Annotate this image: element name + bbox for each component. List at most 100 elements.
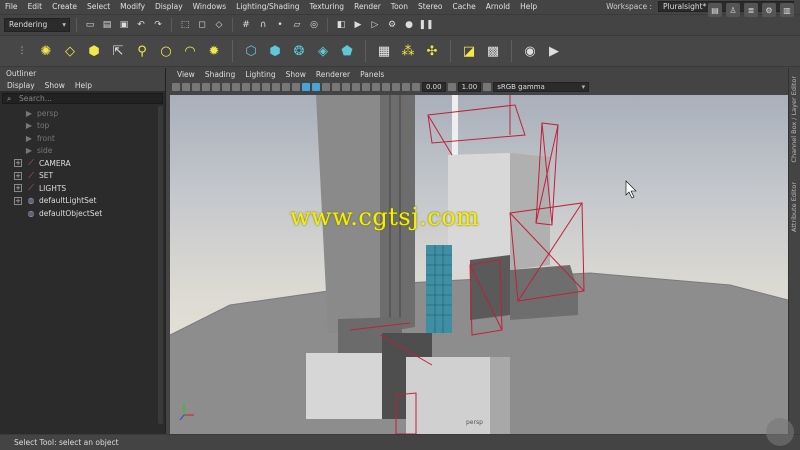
xray-icon[interactable] bbox=[402, 83, 410, 91]
outliner-search-input[interactable]: ⌕ Search... bbox=[2, 93, 163, 104]
depth-of-field-icon[interactable] bbox=[382, 83, 390, 91]
undo-icon[interactable]: ↶ bbox=[134, 18, 148, 32]
playblast-icon[interactable]: ▶ bbox=[544, 41, 564, 61]
hypershade-icon[interactable]: ● bbox=[402, 18, 416, 32]
render-view-icon[interactable]: ◧ bbox=[334, 18, 348, 32]
select-component-icon[interactable]: ◇ bbox=[212, 18, 226, 32]
smooth-shade-icon[interactable] bbox=[302, 83, 310, 91]
color-space-dropdown[interactable]: sRGB gamma bbox=[493, 82, 590, 92]
grease-pencil-icon[interactable] bbox=[222, 83, 230, 91]
outliner-menu-show[interactable]: Show bbox=[40, 81, 70, 90]
menu-lighting-shading[interactable]: Lighting/Shading bbox=[231, 2, 304, 11]
open-scene-icon[interactable]: ▤ bbox=[100, 18, 114, 32]
volume-light-icon[interactable]: ⚲ bbox=[132, 41, 152, 61]
expand-icon[interactable]: + bbox=[14, 184, 22, 193]
tab-channel-box[interactable]: Channel Box / Layer Editor bbox=[790, 76, 798, 163]
checker-icon[interactable]: ▦ bbox=[374, 41, 394, 61]
outliner-menu-display[interactable]: Display bbox=[2, 81, 40, 90]
area-light-icon[interactable]: ◇ bbox=[60, 41, 80, 61]
panel-menu-renderer[interactable]: Renderer bbox=[311, 70, 355, 79]
eye-icon[interactable]: ◉ bbox=[520, 41, 540, 61]
menu-file[interactable]: File bbox=[0, 2, 23, 11]
uv-editor-icon[interactable]: ◈ bbox=[313, 41, 333, 61]
select-hierarchy-icon[interactable]: ⬚ bbox=[178, 18, 192, 32]
render-settings-shelf-icon[interactable]: ▩ bbox=[483, 41, 503, 61]
directional-light-icon[interactable]: ⇱ bbox=[108, 41, 128, 61]
gate-mask-icon[interactable] bbox=[262, 83, 270, 91]
grid-icon[interactable] bbox=[232, 83, 240, 91]
render-pass-icon[interactable]: ✣ bbox=[422, 41, 442, 61]
expand-icon[interactable]: + bbox=[14, 171, 22, 180]
snap-curve-icon[interactable]: ∩ bbox=[256, 18, 270, 32]
field-chart-icon[interactable] bbox=[272, 83, 280, 91]
menu-toon[interactable]: Toon bbox=[386, 2, 413, 11]
expand-icon[interactable]: + bbox=[14, 159, 22, 168]
render-settings-icon[interactable]: ⚙ bbox=[385, 18, 399, 32]
camera-attributes-icon[interactable] bbox=[182, 83, 190, 91]
attribute-editor-toggle-icon[interactable]: ≣ bbox=[744, 3, 758, 17]
menu-texturing[interactable]: Texturing bbox=[304, 2, 349, 11]
channel-box-toggle-icon[interactable]: ▥ bbox=[780, 3, 794, 17]
outliner-item-lights-group[interactable]: + ⟋ LIGHTS bbox=[0, 182, 165, 195]
overlay-round-button[interactable] bbox=[766, 418, 794, 446]
safe-action-icon[interactable] bbox=[282, 83, 290, 91]
redo-icon[interactable]: ↷ bbox=[151, 18, 165, 32]
gamma-icon[interactable] bbox=[447, 83, 456, 91]
tab-attribute-editor[interactable]: Attribute Editor bbox=[790, 182, 798, 232]
image-plane-icon[interactable] bbox=[202, 83, 210, 91]
anti-aliasing-icon[interactable] bbox=[372, 83, 380, 91]
material-icon[interactable]: ⬢ bbox=[265, 41, 285, 61]
viewport-3d[interactable]: www.cgtsj.com persp bbox=[170, 95, 788, 434]
motion-blur-icon[interactable] bbox=[362, 83, 370, 91]
film-gate-icon[interactable] bbox=[242, 83, 250, 91]
two-d-pan-icon[interactable] bbox=[212, 83, 220, 91]
menu-select[interactable]: Select bbox=[82, 2, 115, 11]
outliner-item-default-light-set[interactable]: + ◍ defaultLightSet bbox=[0, 195, 165, 208]
snap-surface-icon[interactable]: ◎ bbox=[307, 18, 321, 32]
snap-plane-icon[interactable]: ▱ bbox=[290, 18, 304, 32]
textured-icon[interactable] bbox=[322, 83, 330, 91]
panel-menu-panels[interactable]: Panels bbox=[355, 70, 389, 79]
ambient-occlusion-icon[interactable] bbox=[352, 83, 360, 91]
panel-menu-lighting[interactable]: Lighting bbox=[240, 70, 280, 79]
menu-stereo[interactable]: Stereo bbox=[413, 2, 447, 11]
outliner-item-set-group[interactable]: + ⟋ SET bbox=[0, 170, 165, 183]
gamma-field[interactable]: 1.00 bbox=[457, 82, 482, 92]
tool-settings-icon[interactable]: ⚙ bbox=[762, 3, 776, 17]
color-management-icon[interactable] bbox=[483, 83, 492, 91]
menu-render[interactable]: Render bbox=[349, 2, 386, 11]
point-light-icon[interactable]: ✺ bbox=[36, 41, 56, 61]
select-camera-icon[interactable] bbox=[172, 83, 180, 91]
assign-material-icon[interactable]: ❂ bbox=[289, 41, 309, 61]
menu-help[interactable]: Help bbox=[515, 2, 542, 11]
outliner-menu-help[interactable]: Help bbox=[70, 81, 97, 90]
pause-icon[interactable]: ❚❚ bbox=[418, 18, 433, 32]
use-all-lights-icon[interactable] bbox=[332, 83, 340, 91]
shelf-options-icon[interactable]: ⋮ bbox=[12, 41, 32, 61]
shadows-icon[interactable] bbox=[342, 83, 350, 91]
exposure-icon[interactable] bbox=[412, 83, 420, 91]
hypershade-shelf-icon[interactable]: ⬡ bbox=[241, 41, 261, 61]
snap-point-icon[interactable]: • bbox=[273, 18, 287, 32]
panel-menu-view[interactable]: View bbox=[172, 70, 200, 79]
texture-icon[interactable]: ⬟ bbox=[337, 41, 357, 61]
spot-light-icon[interactable]: ⬢ bbox=[84, 41, 104, 61]
menu-set-dropdown[interactable]: Rendering bbox=[4, 17, 70, 32]
isolate-select-icon[interactable] bbox=[392, 83, 400, 91]
menu-arnold[interactable]: Arnold bbox=[481, 2, 515, 11]
outliner-item-side[interactable]: ▶ side bbox=[0, 145, 165, 158]
expand-icon[interactable]: + bbox=[14, 196, 22, 205]
snap-grid-icon[interactable]: # bbox=[239, 18, 253, 32]
ipr-render-icon[interactable]: ▷ bbox=[368, 18, 382, 32]
outliner-item-front[interactable]: ▶ front bbox=[0, 132, 165, 145]
outliner-item-persp[interactable]: ▶ persp bbox=[0, 107, 165, 120]
wireframe-icon[interactable] bbox=[292, 83, 300, 91]
render-current-frame-icon[interactable]: ▶ bbox=[351, 18, 365, 32]
outliner-scrollbar[interactable] bbox=[158, 106, 163, 424]
menu-modify[interactable]: Modify bbox=[115, 2, 150, 11]
menu-cache[interactable]: Cache bbox=[447, 2, 480, 11]
menu-create[interactable]: Create bbox=[47, 2, 82, 11]
modeling-toolkit-icon[interactable]: ▤ bbox=[708, 3, 722, 17]
wireframe-on-shaded-icon[interactable] bbox=[312, 83, 320, 91]
resolution-gate-icon[interactable] bbox=[252, 83, 260, 91]
